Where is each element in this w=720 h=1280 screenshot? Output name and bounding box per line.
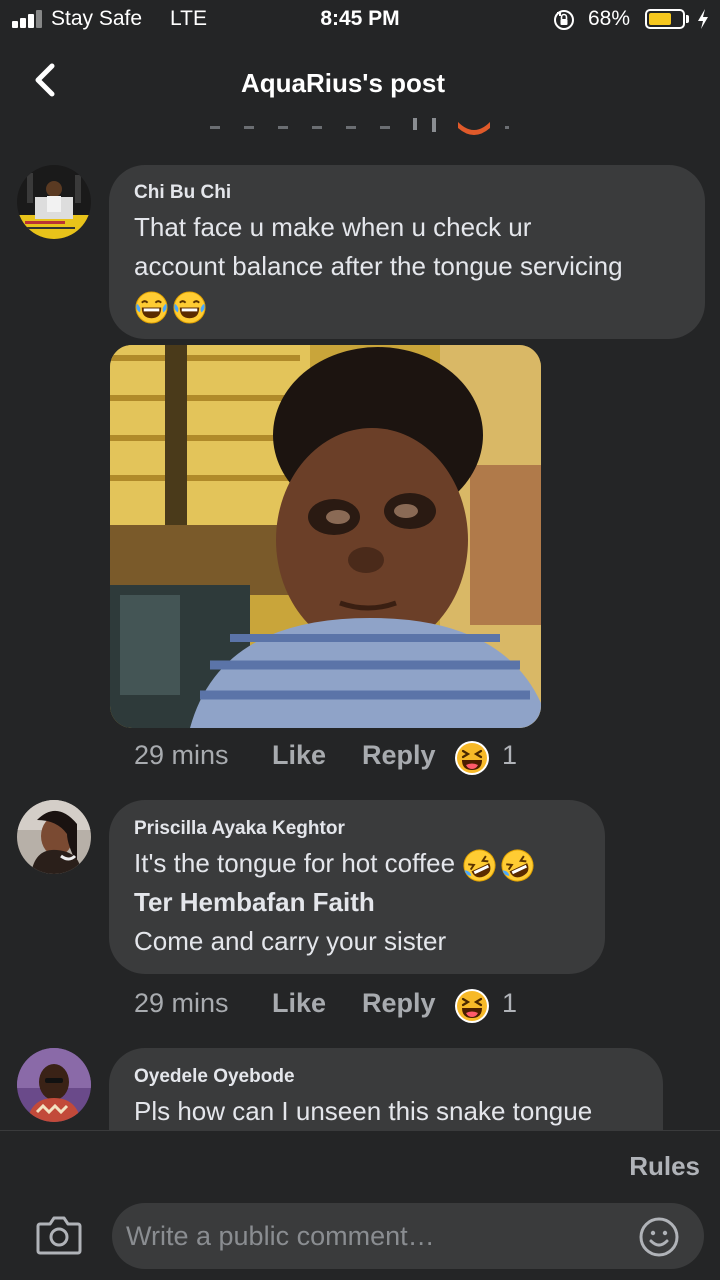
comment-text-line: Come and carry your sister [134, 926, 447, 956]
comment-photo[interactable] [110, 345, 541, 728]
battery-percent: 68% [588, 7, 631, 30]
rolling-laughing-emoji [501, 849, 534, 882]
comment-text-line: It's the tongue for hot coffee [134, 844, 594, 883]
comment-mention[interactable]: Ter Hembafan Faith [134, 883, 594, 922]
avatar-oyedele-oyebode[interactable] [17, 1048, 91, 1122]
tears-of-joy-emoji [173, 291, 206, 324]
tears-of-joy-emoji [135, 291, 168, 324]
laughing-reaction-icon[interactable] [454, 740, 490, 776]
camera-icon[interactable] [36, 1215, 82, 1255]
comment-bubble[interactable]: Chi Bu Chi That face u make when u check… [109, 165, 705, 339]
comment-actions: 29 mins Like Reply 1 [134, 988, 554, 1028]
rules-link[interactable]: Rules [629, 1151, 700, 1182]
comment-author[interactable]: Priscilla Ayaka Keghtor [134, 818, 345, 840]
bolt-icon [698, 9, 708, 29]
comment-author[interactable]: Chi Bu Chi [134, 182, 231, 204]
orientation-lock-icon [554, 10, 574, 30]
comment-text-line: account balance after the tongue servici… [134, 251, 623, 281]
reply-button[interactable]: Reply [362, 740, 436, 771]
smiley-icon[interactable] [638, 1216, 680, 1258]
avatar-chi-bu-chi[interactable] [17, 165, 91, 239]
comment-time: 29 mins [134, 988, 229, 1018]
previous-comment-remnant [210, 118, 509, 135]
status-bar: Stay Safe LTE 8:45 PM 68% [0, 0, 720, 40]
comment-text: It's the tongue for hot coffee Ter Hemba… [134, 844, 594, 961]
battery-level-fill [649, 13, 671, 25]
post-comments-screen: Stay Safe LTE 8:45 PM 68% AquaRius's pos… [0, 0, 720, 1280]
avatar-priscilla-ayaka-keghtor[interactable] [17, 800, 91, 874]
comment-text: Pls how can I unseen this snake tongue [134, 1096, 593, 1126]
like-button[interactable]: Like [272, 740, 326, 771]
page-title: AquaRius's post [240, 68, 446, 98]
comment-bubble[interactable]: Priscilla Ayaka Keghtor It's the tongue … [109, 800, 605, 974]
laughing-reaction-icon[interactable] [454, 988, 490, 1024]
comment-composer: Rules [0, 1131, 720, 1280]
reaction-count: 1 [502, 988, 518, 1018]
comment-text: That face u make when u check ur account… [134, 208, 694, 325]
comment-author[interactable]: Oyedele Oyebode [134, 1066, 295, 1088]
rolling-laughing-emoji [463, 849, 496, 882]
like-button[interactable]: Like [272, 988, 326, 1019]
comment-actions: 29 mins Like Reply 1 [134, 740, 554, 780]
comment-input[interactable] [112, 1203, 704, 1269]
battery-icon [645, 9, 685, 29]
comment-emojis [134, 286, 694, 325]
reaction-count: 1 [502, 740, 518, 770]
comment-time: 29 mins [134, 740, 229, 770]
comment-text-line: That face u make when u check ur [134, 212, 532, 242]
reply-button[interactable]: Reply [362, 988, 436, 1019]
comment-text-span: It's the tongue for hot coffee [134, 848, 456, 878]
battery-nub [686, 15, 689, 23]
